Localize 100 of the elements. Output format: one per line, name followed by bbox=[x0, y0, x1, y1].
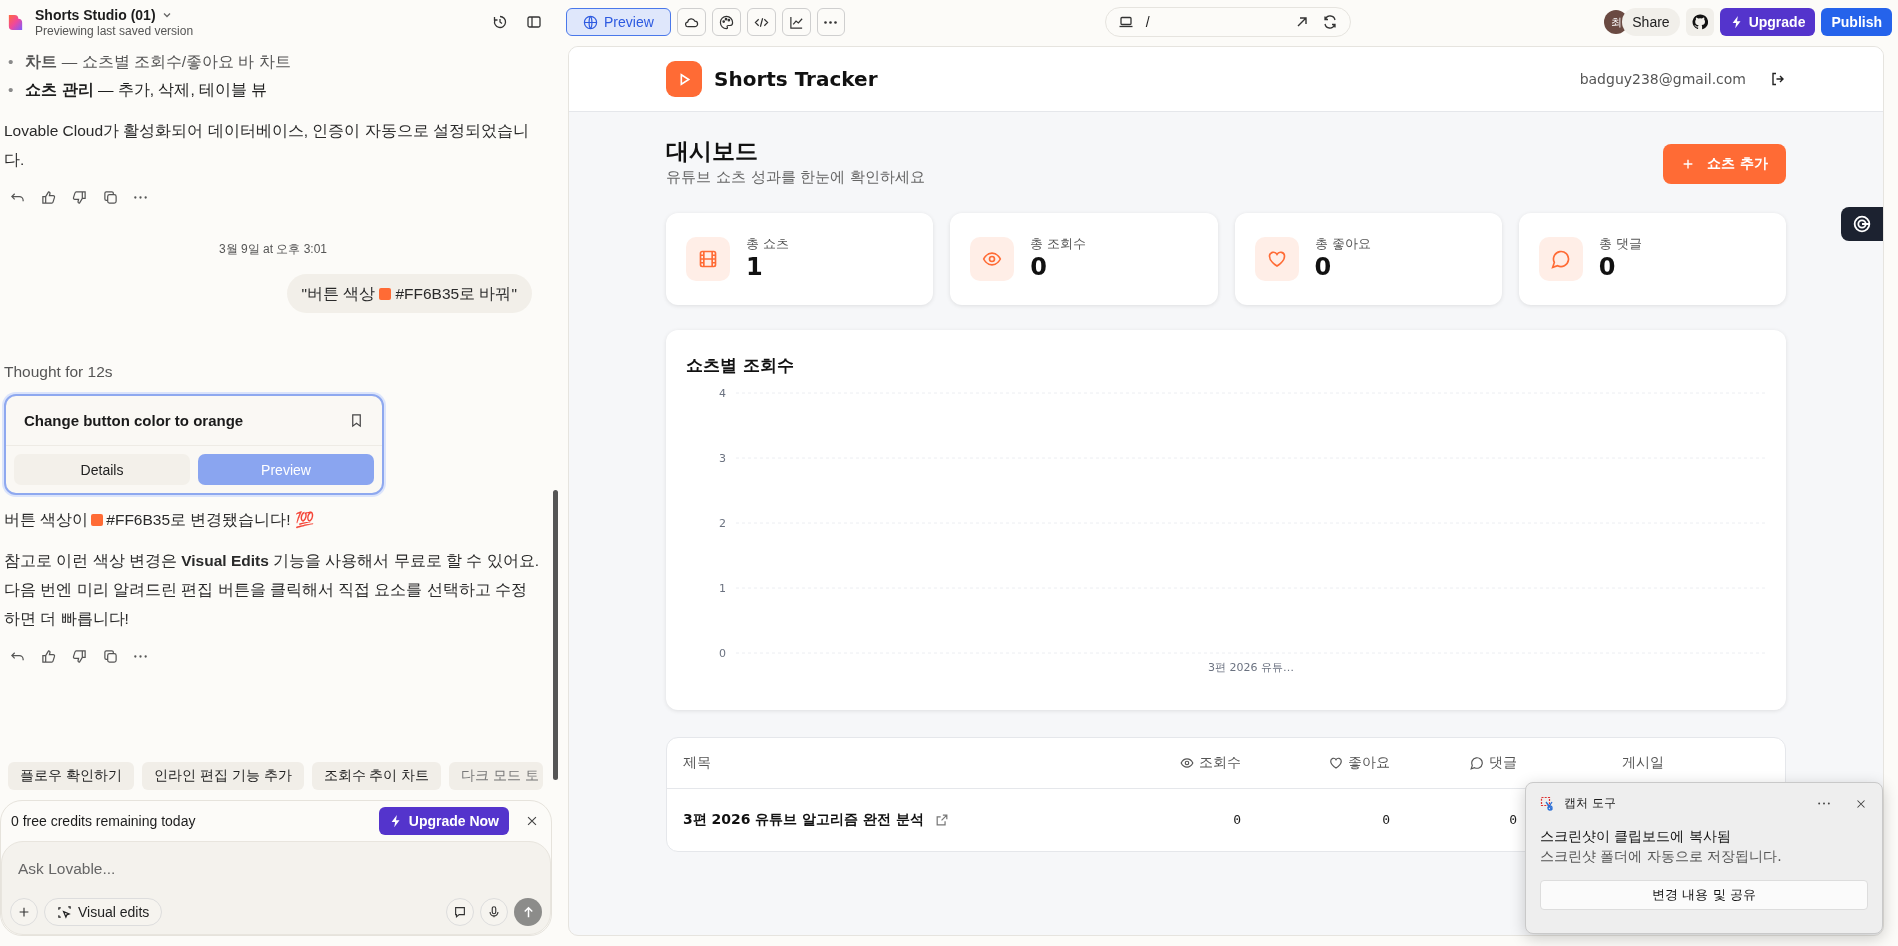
toast-heading: 스크린샷이 클립보드에 복사됨 bbox=[1540, 828, 1732, 846]
target-icon bbox=[1851, 213, 1873, 235]
bullet-item: 쇼츠 관리 — 추가, 삭제, 테이블 뷰 bbox=[25, 80, 268, 100]
column-header[interactable]: 게시일 bbox=[1622, 753, 1664, 772]
more-icon[interactable] bbox=[1818, 802, 1830, 805]
close-icon[interactable] bbox=[525, 814, 539, 828]
message-text: #FF6B35로 바꿔" bbox=[395, 284, 517, 304]
heart-icon bbox=[1266, 248, 1287, 269]
eye-icon bbox=[1180, 755, 1194, 770]
y-tick-label: 4 bbox=[719, 386, 726, 400]
microphone-button[interactable] bbox=[480, 898, 508, 926]
column-header[interactable]: 제목 bbox=[683, 753, 711, 772]
refresh-icon[interactable] bbox=[1321, 14, 1338, 30]
prompt-field[interactable]: Ask Lovable... Visual edits bbox=[1, 841, 551, 935]
message-timestamp: 3월 9일 at 오후 3:01 bbox=[217, 241, 328, 258]
globe-icon bbox=[583, 14, 598, 30]
logout-icon[interactable] bbox=[1770, 71, 1786, 87]
y-tick-label: 0 bbox=[719, 646, 726, 660]
snipping-tool-icon bbox=[1540, 795, 1556, 812]
plus-icon bbox=[17, 905, 31, 919]
palette-tab[interactable] bbox=[711, 8, 741, 36]
publish-button[interactable]: Publish bbox=[1821, 8, 1892, 36]
change-title: Change button color to orange bbox=[24, 411, 244, 431]
comment-icon bbox=[1550, 248, 1571, 269]
stat-label: 총 쇼츠 bbox=[746, 235, 790, 254]
suggestion-chip[interactable]: 조회수 추이 차트 bbox=[311, 762, 442, 790]
toast-app-name: 캡처 도구 bbox=[1564, 795, 1616, 812]
send-button[interactable] bbox=[514, 898, 542, 926]
copy-icon[interactable] bbox=[103, 649, 118, 664]
laptop-icon bbox=[1117, 14, 1134, 30]
y-tick-label: 1 bbox=[719, 581, 726, 595]
stat-value: 0 bbox=[1314, 253, 1333, 282]
cursor-select-icon bbox=[57, 904, 72, 920]
floating-widget[interactable] bbox=[1841, 207, 1883, 241]
page-title: 대시보드 bbox=[666, 138, 759, 166]
column-header[interactable]: 조회수 bbox=[1199, 753, 1241, 772]
chat-mode-button[interactable] bbox=[446, 898, 474, 926]
code-tab[interactable] bbox=[746, 8, 776, 36]
bullet-marker: • bbox=[8, 80, 14, 100]
film-icon bbox=[698, 248, 718, 269]
heart-icon bbox=[1329, 755, 1343, 770]
project-menu[interactable]: Shorts Studio (01) bbox=[35, 6, 194, 23]
suggestion-chip[interactable]: 인라인 편집 기능 추가 bbox=[141, 762, 304, 790]
assistant-message: Lovable Cloud가 활성화되어 데이터베이스, 인증이 자동으로 설정되었습니다. bbox=[4, 121, 530, 170]
more-icon[interactable] bbox=[134, 655, 147, 658]
github-button[interactable] bbox=[1685, 8, 1714, 36]
stat-value: 1 bbox=[746, 253, 764, 282]
thumbs-down-icon[interactable] bbox=[72, 190, 87, 205]
suggestion-chip[interactable]: 플로우 확인하기 bbox=[8, 762, 134, 790]
table-cell: 0 bbox=[1233, 812, 1241, 828]
message-text: #FF6B35로 변경됐습니다! 💯 bbox=[106, 510, 314, 530]
suggestion-chip[interactable]: 다크 모드 토 bbox=[449, 762, 544, 790]
prompt-input[interactable]: Ask Lovable... bbox=[10, 856, 542, 882]
line-chart-icon bbox=[788, 14, 804, 30]
thumbs-down-icon[interactable] bbox=[72, 649, 87, 664]
stat-label: 총 댓글 bbox=[1598, 235, 1642, 254]
cloud-tab[interactable] bbox=[676, 8, 706, 36]
copy-icon[interactable] bbox=[103, 190, 118, 205]
stat-value: 0 bbox=[1030, 253, 1048, 282]
toast-message: 스크린샷 폴더에 자동으로 저장됩니다. bbox=[1540, 848, 1783, 866]
thought-duration: Thought for 12s bbox=[4, 362, 114, 382]
short-title: 3편 2026 유튜브 알고리즘 완전 분석 bbox=[683, 810, 925, 829]
stat-label: 총 조회수 bbox=[1030, 235, 1087, 254]
sidebar-toggle-icon[interactable] bbox=[526, 14, 542, 30]
x-tick-label: 3편 2026 유튜… bbox=[1208, 660, 1294, 674]
project-status: Previewing last saved version bbox=[35, 23, 194, 38]
bullet-marker: • bbox=[8, 52, 14, 72]
visual-edits-button[interactable]: Visual edits bbox=[44, 898, 163, 926]
bookmark-icon[interactable] bbox=[349, 413, 364, 428]
details-button[interactable]: Details bbox=[14, 454, 190, 485]
page-subtitle: 유튜브 쇼츠 성과를 한눈에 확인하세요 bbox=[666, 167, 926, 187]
more-icon bbox=[824, 20, 838, 24]
bullet-item: 차트 — 쇼츠별 조회수/좋아요 바 차트 bbox=[25, 52, 291, 72]
user-email: badguy238@gmail.com bbox=[1579, 71, 1746, 87]
history-icon[interactable] bbox=[492, 14, 508, 30]
app-brand: Shorts Tracker bbox=[714, 67, 878, 91]
upgrade-now-button[interactable]: Upgrade Now bbox=[378, 807, 509, 835]
column-header[interactable]: 댓글 bbox=[1489, 753, 1517, 772]
preview-tab[interactable]: Preview bbox=[566, 8, 671, 36]
share-changes-button[interactable]: 변경 내용 및 공유 bbox=[1540, 880, 1868, 910]
upgrade-button[interactable]: Upgrade bbox=[1719, 8, 1816, 36]
stat-label: 총 좋아요 bbox=[1314, 235, 1371, 254]
chart-title: 쇼츠별 조회수 bbox=[686, 353, 795, 377]
more-icon[interactable] bbox=[134, 196, 147, 199]
github-icon bbox=[1691, 13, 1708, 31]
scrollbar[interactable] bbox=[553, 490, 558, 780]
share-button[interactable]: Share bbox=[1622, 8, 1680, 36]
microphone-icon bbox=[487, 905, 501, 919]
column-header[interactable]: 좋아요 bbox=[1348, 753, 1390, 772]
chat-bubble-icon bbox=[453, 905, 467, 919]
url-path: / bbox=[1145, 14, 1151, 30]
assistant-message: 참고로 이런 색상 변경은 Visual Edits 기능을 사용해서 무료로 할 수 있어요. 다음 번엔 미리 알려드린 편집 버튼을 클릭해서 직접 요소를 선택하고 수정하면 더 빠릅니다! bbox=[4, 551, 540, 629]
add-button[interactable] bbox=[10, 898, 38, 926]
message-text: 버튼 색상이 bbox=[4, 510, 89, 530]
thumbs-up-icon[interactable] bbox=[41, 190, 56, 205]
table-cell: 0 bbox=[1509, 812, 1517, 828]
thumbs-up-icon[interactable] bbox=[41, 649, 56, 664]
comment-icon bbox=[1470, 755, 1484, 770]
chart-tab[interactable] bbox=[781, 8, 811, 36]
y-tick-label: 2 bbox=[719, 516, 726, 530]
